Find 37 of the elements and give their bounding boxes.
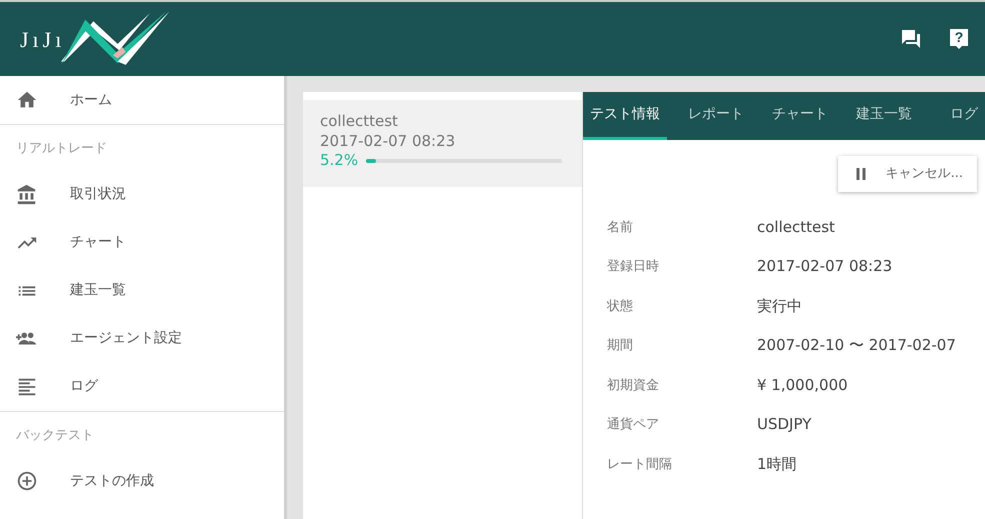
section-heading: バックテスト — [15, 426, 95, 444]
sidebar-item[interactable]: チャート — [0, 218, 284, 266]
progress-percent: 5.2% — [320, 151, 358, 170]
sidebar-item[interactable]: テストの作成 — [0, 457, 284, 505]
detail-value: USDJPY — [757, 414, 812, 435]
detail-label: 期間 — [607, 337, 634, 355]
section-heading: リアルトレード — [15, 140, 108, 158]
detail-value: ¥ 1,000,000 — [757, 374, 848, 396]
sidebar-item[interactable]: 建玉一覧 — [0, 266, 284, 314]
sidebar-item[interactable]: エージェント設定 — [0, 314, 284, 362]
detail-label: 名前 — [607, 218, 634, 236]
test-name: collecttest — [320, 112, 399, 132]
tab[interactable]: チャート — [765, 92, 835, 140]
test-item[interactable]: collecttest 2017-02-07 08:23 5.2% — [303, 100, 582, 186]
help-icon[interactable]: ? — [947, 27, 971, 51]
tab[interactable]: 建玉一覧 — [849, 92, 919, 140]
sidebar-item[interactable]: ホーム — [0, 76, 284, 124]
tab[interactable]: ログ — [943, 92, 985, 140]
sidebar-item[interactable]: 取引状況 — [0, 170, 284, 218]
logo-mark-icon — [61, 11, 172, 67]
detail-value: collecttest — [757, 216, 835, 238]
bank-icon — [16, 184, 38, 206]
detail-label: 通貨ペア — [607, 416, 660, 434]
detail-value: 2007-02-10 〜 2017-02-07 — [757, 335, 956, 356]
detail-label: 登録日時 — [607, 258, 660, 276]
detail-value: 実行中 — [757, 296, 802, 316]
sidebar-item[interactable]: ログ — [0, 362, 284, 410]
detail-label: レート間隔 — [607, 456, 673, 474]
detail-label: 状態 — [607, 298, 634, 316]
detail-label: 初期資金 — [607, 376, 660, 394]
logo-text: JıJı — [20, 26, 66, 54]
detail-value: 1時間 — [757, 454, 797, 474]
cancel-button[interactable]: キャンセル... — [838, 156, 977, 192]
test-date: 2017-02-07 08:23 — [320, 132, 456, 151]
detail-value: 2017-02-07 08:23 — [757, 256, 892, 277]
tab[interactable]: テスト情報 — [583, 92, 667, 140]
tab[interactable]: レポート — [681, 92, 751, 140]
